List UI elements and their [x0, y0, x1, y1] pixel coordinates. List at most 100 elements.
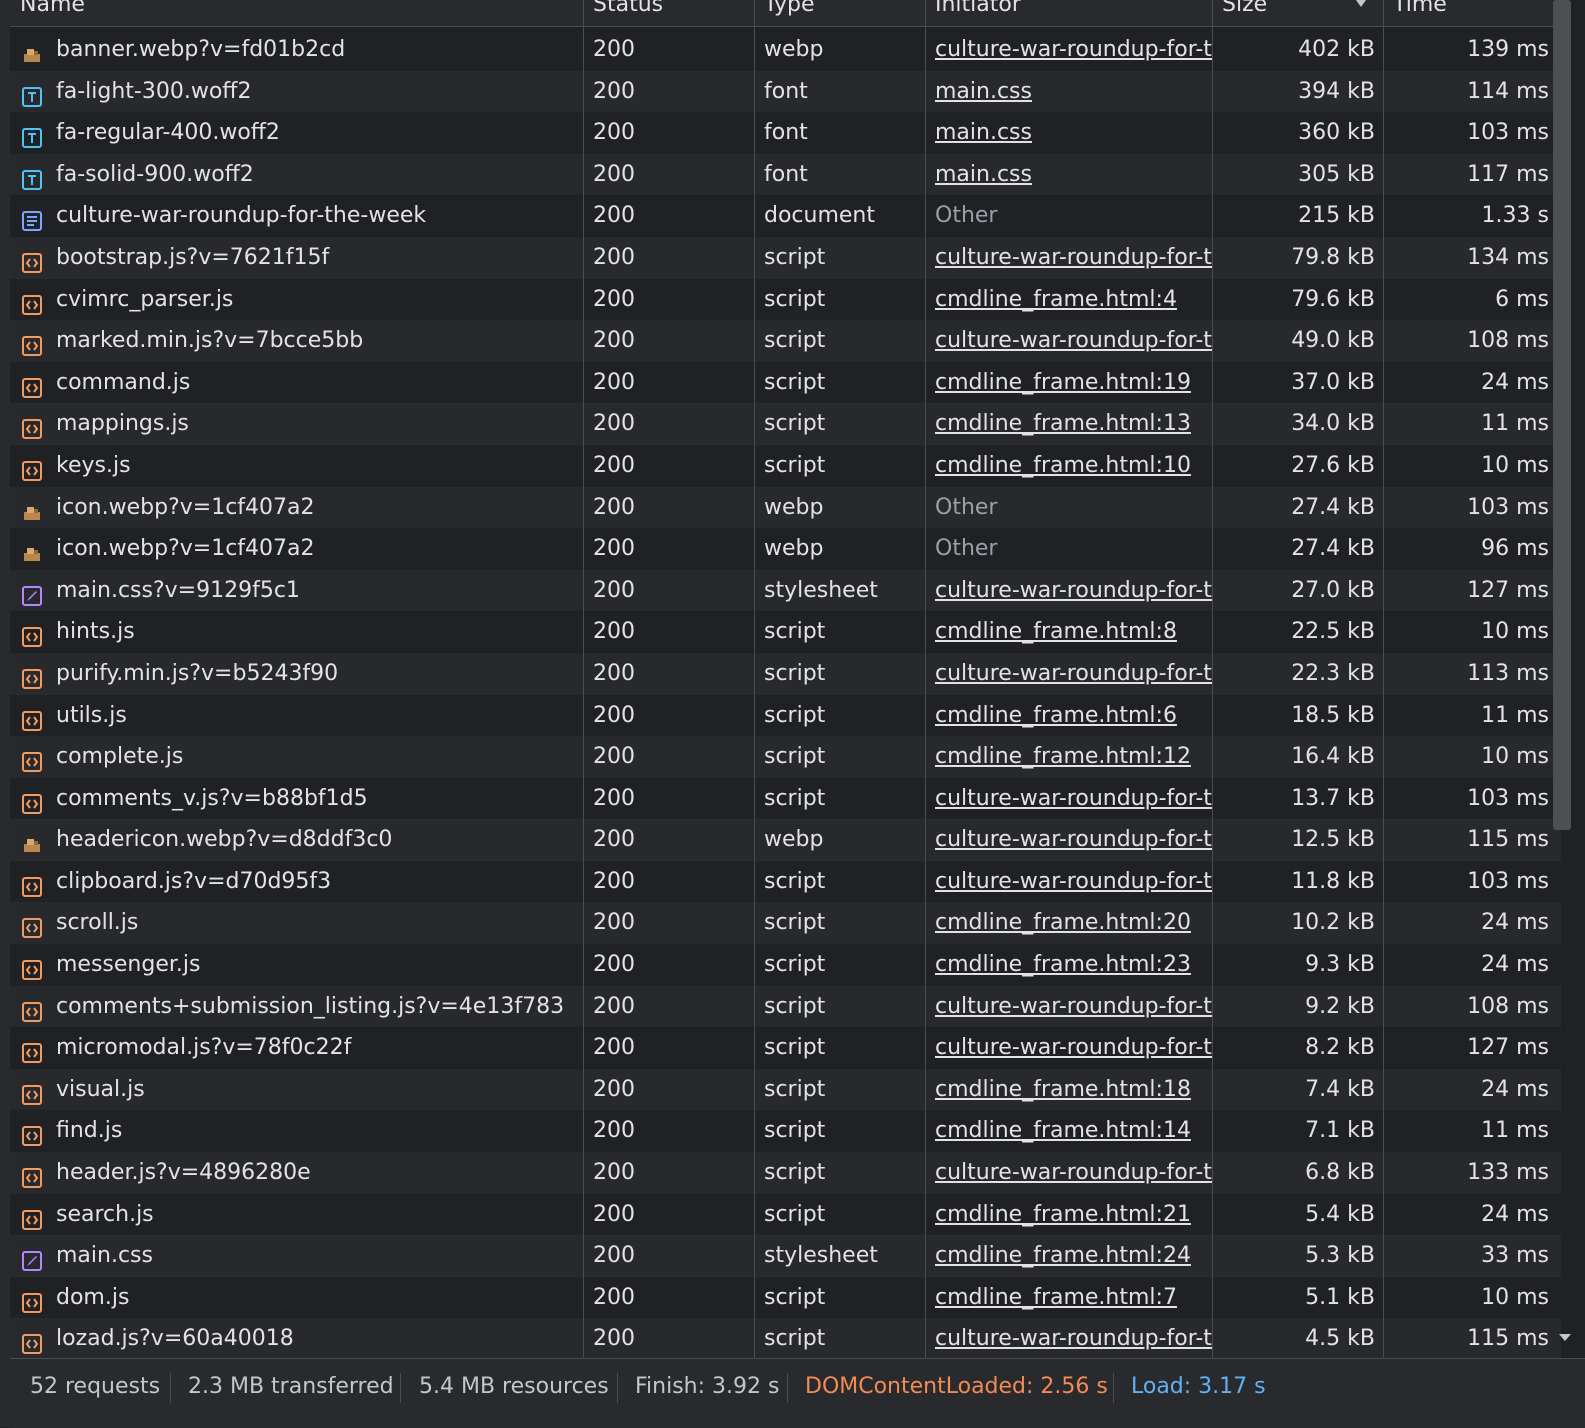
initiator-link[interactable]: cmdline_frame.html:24	[935, 1243, 1191, 1268]
initiator-link[interactable]: culture-war-roundup-for-t	[935, 578, 1212, 603]
request-name-cell[interactable]: banner.webp?v=fd01b2cd	[10, 29, 583, 71]
column-header-type[interactable]: Type	[754, 0, 925, 18]
request-name-cell[interactable]: fa-solid-900.woff2	[10, 154, 583, 196]
initiator-link[interactable]: culture-war-roundup-for-t	[935, 869, 1212, 894]
initiator-link[interactable]: culture-war-roundup-for-t	[935, 1326, 1212, 1351]
initiator-link[interactable]: cmdline_frame.html:18	[935, 1077, 1191, 1102]
request-name-cell[interactable]: micromodal.js?v=78f0c22f	[10, 1027, 583, 1069]
request-name-cell[interactable]: marked.min.js?v=7bcce5bb	[10, 320, 583, 362]
request-name-cell[interactable]: icon.webp?v=1cf407a2	[10, 487, 583, 529]
request-name-cell[interactable]: find.js	[10, 1110, 583, 1152]
table-row[interactable]: marked.min.js?v=7bcce5bb 200 script culture…	[10, 320, 1561, 362]
scroll-down-arrow-icon[interactable]	[1559, 1334, 1571, 1341]
initiator-link[interactable]: culture-war-roundup-for-t	[935, 37, 1212, 62]
request-name-cell[interactable]: command.js	[10, 362, 583, 404]
initiator-link[interactable]: cmdline_frame.html:19	[935, 370, 1191, 395]
table-row[interactable]: header.js?v=4896280e 200 script culture-war…	[10, 1152, 1561, 1194]
column-divider[interactable]	[1212, 0, 1213, 1373]
request-name-cell[interactable]: mappings.js	[10, 403, 583, 445]
table-row[interactable]: culture-war-roundup-for-the-week 200 docum…	[10, 195, 1561, 237]
table-row[interactable]: bootstrap.js?v=7621f15f 200 script culture-…	[10, 236, 1561, 279]
initiator-link[interactable]: cmdline_frame.html:7	[935, 1285, 1177, 1310]
table-row[interactable]: icon.webp?v=1cf407a2 200 webp Other 27.4 kB 9…	[10, 528, 1561, 570]
table-row[interactable]: messenger.js 200 script cmdline_frame.html:…	[10, 944, 1561, 986]
initiator-link[interactable]: cmdline_frame.html:20	[935, 910, 1191, 935]
initiator-link[interactable]: culture-war-roundup-for-t	[935, 1035, 1212, 1060]
table-row[interactable]: visual.js 200 script cmdline_frame.html:18 7…	[10, 1068, 1561, 1111]
table-row[interactable]: icon.webp?v=1cf407a2 200 webp Other 27.4 kB 1…	[10, 486, 1561, 529]
column-divider[interactable]	[583, 0, 584, 1373]
request-name-cell[interactable]: complete.js	[10, 736, 583, 778]
table-row[interactable]: lozad.js?v=60a40018 200 script culture-war-…	[10, 1318, 1561, 1360]
request-name-cell[interactable]: main.css	[10, 1235, 583, 1277]
table-row[interactable]: headericon.webp?v=d8ddf3c0 200 webp culture…	[10, 819, 1561, 861]
initiator-link[interactable]: culture-war-roundup-for-t	[935, 827, 1212, 852]
table-row[interactable]: utils.js 200 script cmdline_frame.html:6 18.…	[10, 694, 1561, 737]
initiator-link[interactable]: cmdline_frame.html:13	[935, 411, 1191, 436]
request-name-cell[interactable]: fa-light-300.woff2	[10, 71, 583, 113]
request-name-cell[interactable]: lozad.js?v=60a40018	[10, 1318, 583, 1360]
sort-descending-icon[interactable]	[1356, 0, 1366, 7]
request-name-cell[interactable]: clipboard.js?v=d70d95f3	[10, 861, 583, 903]
table-row[interactable]: comments_v.js?v=b88bf1d5 200 script culture…	[10, 777, 1561, 820]
column-divider[interactable]	[1383, 0, 1384, 1373]
request-name-cell[interactable]: purify.min.js?v=b5243f90	[10, 653, 583, 695]
table-row[interactable]: keys.js 200 script cmdline_frame.html:10 27.…	[10, 444, 1561, 487]
initiator-link[interactable]: cmdline_frame.html:10	[935, 453, 1191, 478]
column-divider[interactable]	[754, 0, 755, 1373]
request-name-cell[interactable]: headericon.webp?v=d8ddf3c0	[10, 819, 583, 861]
request-name-cell[interactable]: comments_v.js?v=b88bf1d5	[10, 778, 583, 820]
request-name-cell[interactable]: fa-regular-400.woff2	[10, 112, 583, 154]
request-name-cell[interactable]: utils.js	[10, 695, 583, 737]
table-row[interactable]: main.css 200 stylesheet cmdline_frame.html:…	[10, 1235, 1561, 1277]
initiator-link[interactable]: cmdline_frame.html:12	[935, 744, 1191, 769]
initiator-link[interactable]: culture-war-roundup-for-t	[935, 245, 1212, 270]
initiator-link[interactable]: cmdline_frame.html:23	[935, 952, 1191, 977]
column-header-initiator[interactable]: Initiator	[925, 0, 1212, 18]
initiator-link[interactable]: culture-war-roundup-for-t	[935, 328, 1212, 353]
table-row[interactable]: micromodal.js?v=78f0c22f 200 script culture…	[10, 1027, 1561, 1069]
initiator-link[interactable]: main.css	[935, 120, 1032, 145]
request-name-cell[interactable]: keys.js	[10, 445, 583, 487]
request-name-cell[interactable]: icon.webp?v=1cf407a2	[10, 528, 583, 570]
table-row[interactable]: purify.min.js?v=b5243f90 200 script culture…	[10, 652, 1561, 695]
table-row[interactable]: banner.webp?v=fd01b2cd 200 webp culture-war…	[10, 29, 1561, 71]
table-row[interactable]: comments+submission_listing.js?v=4e13f78…	[10, 985, 1561, 1028]
table-row[interactable]: hints.js 200 script cmdline_frame.html:8 22.…	[10, 611, 1561, 653]
initiator-link[interactable]: culture-war-roundup-for-t	[935, 1160, 1212, 1185]
request-name-cell[interactable]: header.js?v=4896280e	[10, 1152, 583, 1194]
request-name-cell[interactable]: bootstrap.js?v=7621f15f	[10, 237, 583, 279]
request-name-cell[interactable]: search.js	[10, 1194, 583, 1236]
table-row[interactable]: clipboard.js?v=d70d95f3 200 script culture-…	[10, 860, 1561, 903]
table-row[interactable]: complete.js 200 script cmdline_frame.html:1…	[10, 736, 1561, 778]
table-row[interactable]: fa-solid-900.woff2 200 font main.css 305 kB 1…	[10, 153, 1561, 196]
table-row[interactable]: search.js 200 script cmdline_frame.html:21 5…	[10, 1193, 1561, 1236]
column-divider[interactable]	[925, 0, 926, 1373]
request-name-cell[interactable]: dom.js	[10, 1277, 583, 1319]
table-row[interactable]: mappings.js 200 script cmdline_frame.html:1…	[10, 403, 1561, 445]
table-row[interactable]: scroll.js 200 script cmdline_frame.html:20 1…	[10, 902, 1561, 945]
column-header-time[interactable]: Time	[1383, 0, 1561, 18]
table-row[interactable]: fa-regular-400.woff2 200 font main.css 360 k…	[10, 112, 1561, 154]
initiator-link[interactable]: main.css	[935, 79, 1032, 104]
table-row[interactable]: command.js 200 script cmdline_frame.html:19…	[10, 361, 1561, 404]
initiator-link[interactable]: culture-war-roundup-for-t	[935, 994, 1212, 1019]
request-name-cell[interactable]: scroll.js	[10, 902, 583, 944]
column-header-name[interactable]: Name	[10, 0, 583, 18]
request-name-cell[interactable]: main.css?v=9129f5c1	[10, 570, 583, 612]
initiator-link[interactable]: culture-war-roundup-for-t	[935, 661, 1212, 686]
initiator-link[interactable]: culture-war-roundup-for-t	[935, 786, 1212, 811]
request-name-cell[interactable]: culture-war-roundup-for-the-week	[10, 195, 583, 237]
request-name-cell[interactable]: cvimrc_parser.js	[10, 279, 583, 321]
initiator-link[interactable]: cmdline_frame.html:4	[935, 287, 1177, 312]
request-name-cell[interactable]: comments+submission_listing.js?v=4e13f78…	[10, 986, 583, 1028]
table-row[interactable]: cvimrc_parser.js 200 script cmdline_frame.h…	[10, 278, 1561, 321]
table-row[interactable]: main.css?v=9129f5c1 200 stylesheet culture-…	[10, 569, 1561, 612]
table-row[interactable]: dom.js 200 script cmdline_frame.html:7 5.1 k…	[10, 1276, 1561, 1319]
initiator-link[interactable]: main.css	[935, 162, 1032, 187]
initiator-link[interactable]: cmdline_frame.html:8	[935, 619, 1177, 644]
request-name-cell[interactable]: visual.js	[10, 1069, 583, 1111]
table-row[interactable]: fa-light-300.woff2 200 font main.css 394 kB 1…	[10, 70, 1561, 113]
initiator-link[interactable]: cmdline_frame.html:6	[935, 703, 1177, 728]
request-name-cell[interactable]: hints.js	[10, 611, 583, 653]
